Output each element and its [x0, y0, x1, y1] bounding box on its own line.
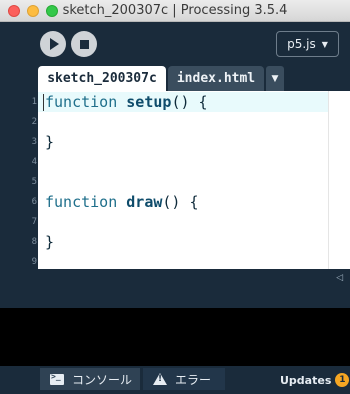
- tab-menu-button[interactable]: ▼: [266, 66, 284, 91]
- processing-window: sketch_200307c | Processing 3.5.4 p5.js …: [0, 0, 350, 394]
- warning-icon: [153, 373, 167, 385]
- run-button[interactable]: [40, 31, 66, 57]
- editor-console-divider[interactable]: ◁: [0, 269, 350, 288]
- error-tab[interactable]: エラー: [143, 368, 225, 390]
- footer-bar: コンソール エラー Updates 1: [0, 366, 350, 394]
- console-header: [0, 288, 350, 308]
- code-line: function draw() {: [45, 192, 199, 212]
- code-line: }: [45, 233, 55, 251]
- console-icon: [50, 372, 64, 385]
- collapse-arrow-icon[interactable]: ◁: [336, 273, 343, 283]
- line-number: 2: [31, 117, 37, 127]
- updates-label: Updates: [280, 373, 332, 387]
- line-number: 1: [31, 97, 37, 107]
- code-rest: () {: [162, 193, 199, 211]
- code-rest: () {: [171, 93, 208, 111]
- line-number: 4: [31, 157, 37, 167]
- chevron-down-icon: ▼: [321, 39, 328, 49]
- code-editor[interactable]: 1 2 3 4 5 6 7 8 9 function setup() { } f…: [0, 91, 350, 269]
- console-tab-label: コンソール: [72, 372, 133, 387]
- function-name: draw: [126, 193, 163, 211]
- line-number: 3: [31, 137, 37, 147]
- tab-sketch[interactable]: sketch_200307c: [38, 66, 166, 91]
- console-output[interactable]: [0, 308, 350, 366]
- mode-label: p5.js: [287, 37, 316, 51]
- keyword: function: [45, 93, 118, 111]
- line-number: 5: [31, 177, 37, 187]
- window-title: sketch_200307c | Processing 3.5.4: [62, 3, 288, 18]
- line-number-gutter: 1 2 3 4 5 6 7 8 9: [0, 91, 38, 269]
- console-tab[interactable]: コンソール: [40, 368, 140, 390]
- stop-icon: [79, 39, 89, 49]
- error-tab-label: エラー: [175, 372, 212, 387]
- function-name: setup: [126, 93, 172, 111]
- text-cursor: [43, 94, 44, 111]
- play-icon: [50, 38, 59, 50]
- code-line: function setup() {: [45, 92, 208, 112]
- title-bar: sketch_200307c | Processing 3.5.4: [0, 0, 350, 22]
- keyword: function: [45, 193, 118, 211]
- stop-button[interactable]: [71, 31, 97, 57]
- tab-index-html[interactable]: index.html: [168, 66, 264, 91]
- updates-count-badge: 1: [335, 373, 350, 387]
- code-line: }: [45, 133, 55, 151]
- line-number: 8: [31, 237, 37, 247]
- editor-scrollbar[interactable]: [328, 91, 350, 269]
- line-number: 7: [31, 217, 37, 227]
- mode-selector[interactable]: p5.js ▼: [276, 31, 339, 57]
- updates-button[interactable]: Updates 1: [280, 372, 350, 388]
- line-number: 9: [31, 257, 37, 267]
- line-number: 6: [31, 197, 37, 207]
